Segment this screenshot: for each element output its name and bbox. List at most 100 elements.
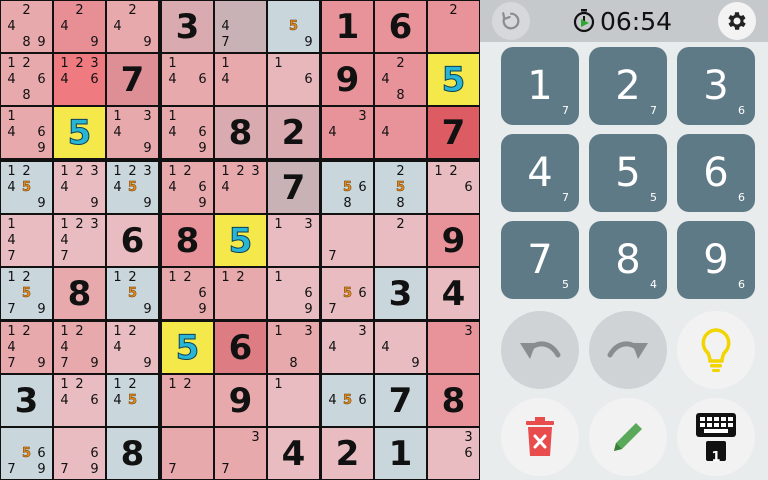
cell-r5c5[interactable]: 5: [215, 215, 266, 266]
digit-7-button[interactable]: 75: [501, 221, 579, 299]
cell-r3c9[interactable]: 7: [428, 107, 479, 158]
cell-r8c4[interactable]: 12: [162, 375, 213, 426]
cell-r2c3[interactable]: 7: [107, 54, 158, 105]
cell-r1c4[interactable]: 3: [162, 1, 213, 52]
cell-r6c6[interactable]: 1 69: [268, 268, 319, 319]
cell-r4c5[interactable]: 123 4: [215, 162, 266, 213]
hint-button[interactable]: [677, 311, 755, 389]
cell-r5c6[interactable]: 13: [268, 215, 319, 266]
cell-r6c4[interactable]: 1269: [162, 268, 213, 319]
cell-r4c3[interactable]: 123 459: [107, 162, 158, 213]
cell-r5c8[interactable]: 2: [375, 215, 426, 266]
cell-r3c1[interactable]: 14 69: [1, 107, 52, 158]
digit-6-button[interactable]: 66: [677, 134, 755, 212]
undo-button[interactable]: [501, 311, 579, 389]
cell-r6c2[interactable]: 8: [54, 268, 105, 319]
cell-r1c6[interactable]: 59: [268, 1, 319, 52]
settings-button[interactable]: [718, 2, 756, 40]
keyboard-toggle-button[interactable]: 1: [677, 398, 755, 476]
cell-r3c7[interactable]: 34: [322, 107, 373, 158]
cell-r4c1[interactable]: 12459: [1, 162, 52, 213]
cell-r1c2[interactable]: 24 9: [54, 1, 105, 52]
digit-3-button[interactable]: 36: [677, 47, 755, 125]
cell-r2c1[interactable]: 124 68: [1, 54, 52, 105]
cell-r4c7[interactable]: 568: [322, 162, 373, 213]
cell-r7c3[interactable]: 124 9: [107, 322, 158, 373]
cell-r5c3[interactable]: 6: [107, 215, 158, 266]
cell-r7c1[interactable]: 1247 9: [1, 322, 52, 373]
cell-r5c4[interactable]: 8: [162, 215, 213, 266]
cell-r7c4[interactable]: 5: [162, 322, 213, 373]
cell-r3c2[interactable]: 5: [54, 107, 105, 158]
cell-r2c9[interactable]: 5: [428, 54, 479, 105]
cell-r4c6[interactable]: 7: [268, 162, 319, 213]
cell-r9c1[interactable]: 56 7 9: [1, 428, 52, 479]
cell-r2c6[interactable]: 16: [268, 54, 319, 105]
cell-r6c8[interactable]: 3: [375, 268, 426, 319]
cell-r3c3[interactable]: 1 3 4 9: [107, 107, 158, 158]
cell-r6c1[interactable]: 1257 9: [1, 268, 52, 319]
cell-r9c9[interactable]: 36: [428, 428, 479, 479]
digit-9-button[interactable]: 96: [677, 221, 755, 299]
pencil-button[interactable]: [589, 398, 667, 476]
redo-button[interactable]: [589, 311, 667, 389]
cell-r6c3[interactable]: 1259: [107, 268, 158, 319]
cell-r1c8[interactable]: 6: [375, 1, 426, 52]
cell-r9c2[interactable]: 6 7 9: [54, 428, 105, 479]
cell-r2c2[interactable]: 123 4 6: [54, 54, 105, 105]
cell-r9c3[interactable]: 8: [107, 428, 158, 479]
cell-r4c2[interactable]: 123 4 9: [54, 162, 105, 213]
cell-r8c5[interactable]: 9: [215, 375, 266, 426]
cell-r7c8[interactable]: 49: [375, 322, 426, 373]
cell-r3c6[interactable]: 2: [268, 107, 319, 158]
cell-r8c2[interactable]: 124 6: [54, 375, 105, 426]
digit-8-button[interactable]: 84: [589, 221, 667, 299]
cell-r3c5[interactable]: 8: [215, 107, 266, 158]
cell-r8c1[interactable]: 3: [1, 375, 52, 426]
digit-2-button[interactable]: 27: [589, 47, 667, 125]
cell-r7c9[interactable]: 3: [428, 322, 479, 373]
cell-r7c6[interactable]: 1 38: [268, 322, 319, 373]
cell-r6c9[interactable]: 4: [428, 268, 479, 319]
cell-r1c5[interactable]: 47: [215, 1, 266, 52]
cell-r7c5[interactable]: 6: [215, 322, 266, 373]
cell-r9c5[interactable]: 37: [215, 428, 266, 479]
cell-r5c1[interactable]: 147: [1, 215, 52, 266]
cell-r8c6[interactable]: 1: [268, 375, 319, 426]
erase-button[interactable]: [501, 398, 579, 476]
cell-r9c8[interactable]: 1: [375, 428, 426, 479]
cell-r8c7[interactable]: 456: [322, 375, 373, 426]
cell-r1c9[interactable]: 2: [428, 1, 479, 52]
digit-1-button[interactable]: 17: [501, 47, 579, 125]
cell-r5c2[interactable]: 123 47: [54, 215, 105, 266]
cell-r9c4[interactable]: 7: [162, 428, 213, 479]
cell-r3c4[interactable]: 14 69: [162, 107, 213, 158]
digit-4-button[interactable]: 47: [501, 134, 579, 212]
cell-r4c4[interactable]: 124 69: [162, 162, 213, 213]
cell-r2c8[interactable]: 248: [375, 54, 426, 105]
cell-r1c1[interactable]: 2489: [1, 1, 52, 52]
cell-r6c5[interactable]: 12: [215, 268, 266, 319]
cell-r7c2[interactable]: 1247 9: [54, 322, 105, 373]
cell-r8c9[interactable]: 8: [428, 375, 479, 426]
cell-r4c9[interactable]: 126: [428, 162, 479, 213]
candidate: 4: [60, 392, 69, 408]
cell-r4c8[interactable]: 258: [375, 162, 426, 213]
refresh-button[interactable]: [492, 2, 530, 40]
candidate: 4: [60, 339, 69, 355]
cell-r9c7[interactable]: 2: [322, 428, 373, 479]
cell-r2c5[interactable]: 14: [215, 54, 266, 105]
cell-r8c8[interactable]: 7: [375, 375, 426, 426]
cell-r8c3[interactable]: 1245: [107, 375, 158, 426]
cell-r5c9[interactable]: 9: [428, 215, 479, 266]
cell-r5c7[interactable]: 7: [322, 215, 373, 266]
cell-r7c7[interactable]: 34: [322, 322, 373, 373]
cell-r1c7[interactable]: 1: [322, 1, 373, 52]
cell-r2c4[interactable]: 14 6: [162, 54, 213, 105]
cell-r9c6[interactable]: 4: [268, 428, 319, 479]
cell-r3c8[interactable]: 4: [375, 107, 426, 158]
cell-r1c3[interactable]: 24 9: [107, 1, 158, 52]
cell-r6c7[interactable]: 56 7: [322, 268, 373, 319]
cell-r2c7[interactable]: 9: [322, 54, 373, 105]
digit-5-button[interactable]: 55: [589, 134, 667, 212]
